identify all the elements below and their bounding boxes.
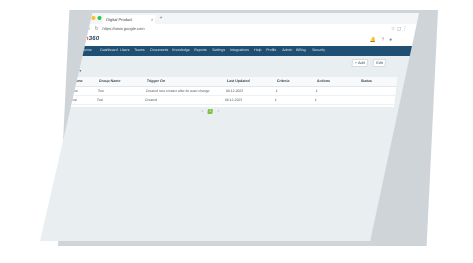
nav-item-security[interactable]: Security bbox=[312, 48, 325, 52]
table-row[interactable]: Test Test Created 09-12-2023 1 1 bbox=[64, 96, 395, 105]
chevron-down-icon: ▾ bbox=[79, 69, 82, 73]
cell-trigger-on: Created bbox=[144, 98, 158, 102]
star-icon[interactable]: ☆ bbox=[391, 26, 396, 32]
cell-last-updated: 09-12-2023 bbox=[224, 98, 243, 102]
nav-item-teams[interactable]: Teams bbox=[134, 48, 145, 52]
nav-item-billing[interactable]: Billing bbox=[296, 48, 306, 52]
url-text[interactable]: https://www.google.com bbox=[102, 26, 145, 31]
column-header-group-name[interactable]: Group Name bbox=[99, 79, 121, 83]
column-header-actions[interactable]: Actions bbox=[317, 79, 331, 83]
cell-last-updated: 09-12-2023 bbox=[225, 89, 244, 93]
cell-group-name: Test bbox=[96, 98, 104, 102]
logo-accent: 360 bbox=[88, 36, 100, 42]
nav-item-integrations[interactable]: Integrations bbox=[230, 48, 249, 52]
help-icon[interactable]: ? bbox=[381, 37, 384, 43]
cell-actions: 1 bbox=[314, 98, 317, 102]
nav-item-knowledge[interactable]: Knowledge bbox=[172, 48, 190, 52]
page-1-button[interactable]: 1 bbox=[207, 109, 213, 114]
extensions-icon[interactable]: ◻ bbox=[397, 26, 402, 32]
avatar[interactable]: ● bbox=[389, 37, 393, 43]
column-header-criteria[interactable]: Criteria bbox=[277, 79, 290, 83]
column-header-last-updated[interactable]: Last Updated bbox=[227, 79, 250, 83]
cell-actions: 1 bbox=[315, 89, 318, 93]
cell-criteria: 1 bbox=[275, 89, 278, 93]
nav-item-help[interactable]: Help bbox=[254, 48, 262, 52]
next-page-button[interactable]: › bbox=[215, 109, 221, 114]
nav-item-settings[interactable]: Settings bbox=[212, 48, 225, 52]
new-tab-icon[interactable]: + bbox=[159, 15, 163, 21]
toolbar: + Add Edit bbox=[58, 56, 414, 68]
reload-icon[interactable]: ↻ bbox=[94, 26, 99, 32]
edit-button[interactable]: Edit bbox=[373, 59, 386, 67]
cell-group-name: Test bbox=[97, 89, 105, 93]
notification-icon[interactable]: 🔔 bbox=[370, 37, 377, 43]
tab-title: Digital Product bbox=[106, 17, 133, 22]
data-table: Name Group Name Trigger On Last Updated … bbox=[64, 77, 397, 107]
pagination: ‹ 1 › bbox=[199, 109, 200, 116]
tab-close-icon[interactable]: × bbox=[151, 15, 154, 24]
column-header-trigger-on[interactable]: Trigger On bbox=[147, 79, 166, 83]
stage: Digital Product × + ‹ › ↻ https://www.go… bbox=[0, 0, 473, 263]
browser-window: Digital Product × + ‹ › ↻ https://www.go… bbox=[40, 13, 419, 241]
minimize-window-icon[interactable] bbox=[91, 16, 95, 20]
nav-item-dashboard[interactable]: Dashboard bbox=[100, 48, 118, 52]
nav-item-users[interactable]: Users bbox=[120, 48, 130, 52]
main-nav: ⌂ Home Dashboard Users Teams Documents K… bbox=[59, 46, 415, 56]
nav-item-reports[interactable]: Reports bbox=[194, 48, 207, 52]
tab-bar: Digital Product × + bbox=[63, 13, 419, 24]
nav-item-documents[interactable]: Documents bbox=[150, 48, 169, 52]
table-row[interactable]: Test Test Created new contact after its … bbox=[65, 87, 396, 96]
add-button[interactable]: + Add bbox=[351, 59, 368, 67]
cell-trigger-on: Created new contact after its team chang… bbox=[145, 89, 210, 93]
zoom-window-icon[interactable] bbox=[97, 16, 101, 20]
column-header-status[interactable]: Status bbox=[361, 79, 372, 83]
cell-criteria: 1 bbox=[274, 98, 277, 102]
nav-item-profile[interactable]: Profile bbox=[266, 48, 277, 52]
table-header: Name Group Name Trigger On Last Updated … bbox=[66, 77, 397, 87]
prev-page-button[interactable]: ‹ bbox=[199, 109, 205, 114]
browser-tab[interactable]: Digital Product × bbox=[103, 15, 156, 24]
nav-item-admin[interactable]: Admin bbox=[282, 48, 293, 52]
menu-icon[interactable]: ⋮ bbox=[402, 26, 408, 32]
